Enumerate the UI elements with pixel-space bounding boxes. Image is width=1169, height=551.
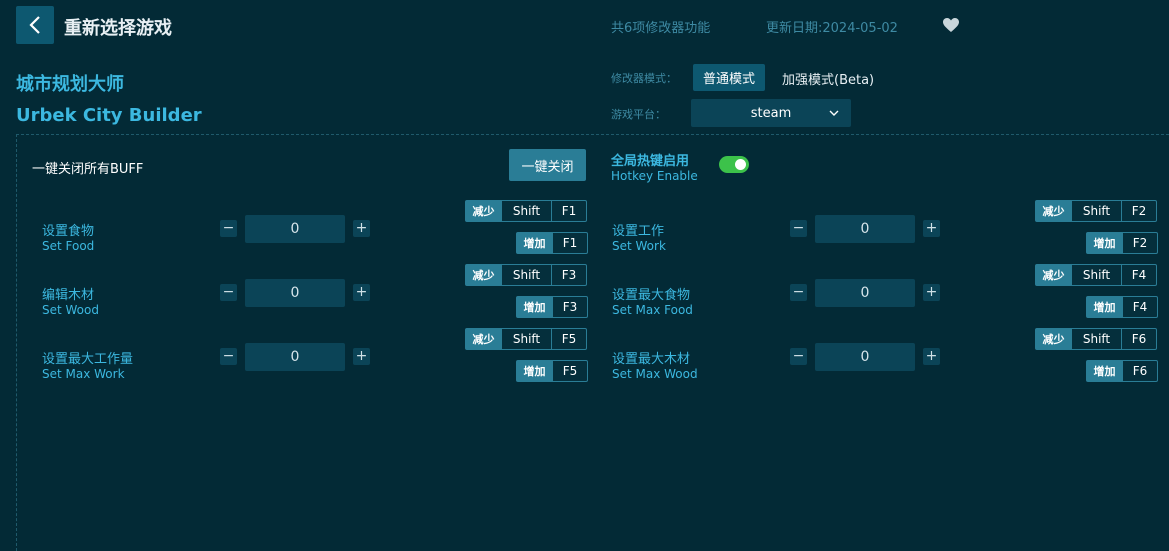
- hotkey-tag: 减少: [1036, 265, 1071, 285]
- hotkey-label-en: Hotkey Enable: [611, 169, 698, 183]
- hotkey-label-cn: 全局热键启用: [611, 154, 690, 169]
- value-input[interactable]: 0: [815, 343, 915, 371]
- hotkey-decrease[interactable]: 减少 Shift F3: [465, 264, 587, 286]
- back-button[interactable]: [16, 6, 54, 44]
- option-label-cn: 设置最大食物: [612, 288, 691, 303]
- option-label-cn: 设置最大工作量: [42, 352, 134, 367]
- value-input[interactable]: 0: [245, 215, 345, 243]
- hotkey-tag: 增加: [1087, 361, 1122, 381]
- hotkey-tag: 增加: [517, 297, 552, 317]
- decrease-button[interactable]: −: [220, 220, 237, 237]
- mode-enhanced-button[interactable]: 加强模式(Beta): [782, 69, 874, 88]
- value-input[interactable]: 0: [815, 215, 915, 243]
- value-input[interactable]: 0: [245, 279, 345, 307]
- option-label-cn: 编辑木材: [42, 288, 95, 303]
- hotkey-tag: 增加: [517, 361, 552, 381]
- hotkey-modifier: Shift: [501, 201, 551, 221]
- hotkey-decrease[interactable]: 减少 Shift F2: [1035, 200, 1157, 222]
- hotkey-key: F6: [1122, 361, 1157, 381]
- decrease-button[interactable]: −: [790, 284, 807, 301]
- value-input[interactable]: 0: [245, 343, 345, 371]
- increase-button[interactable]: +: [353, 284, 370, 301]
- hotkey-increase[interactable]: 增加 F4: [1086, 296, 1158, 318]
- option-label-cn: 设置工作: [612, 224, 665, 239]
- option-label-en: Set Food: [42, 239, 95, 253]
- buff-label: 一键关闭所有BUFF: [32, 162, 144, 177]
- game-name-en: Urbek City Builder: [16, 105, 202, 126]
- hotkey-modifier: Shift: [1071, 329, 1121, 349]
- chevron-down-icon: [829, 110, 839, 116]
- hotkey-tag: 增加: [1087, 233, 1122, 253]
- hotkey-tag: 增加: [1087, 297, 1122, 317]
- hotkey-decrease[interactable]: 减少 Shift F1: [465, 200, 587, 222]
- platform-select[interactable]: steam: [691, 99, 851, 127]
- decrease-button[interactable]: −: [220, 284, 237, 301]
- heart-icon[interactable]: [942, 17, 960, 33]
- hotkey-key: F3: [552, 297, 587, 317]
- increase-button[interactable]: +: [923, 348, 940, 365]
- increase-button[interactable]: +: [923, 284, 940, 301]
- hotkey-decrease[interactable]: 减少 Shift F6: [1035, 328, 1157, 350]
- option-label-en: Set Max Food: [612, 303, 693, 317]
- option-label-en: Set Max Work: [42, 367, 125, 381]
- increase-button[interactable]: +: [353, 348, 370, 365]
- game-name-cn: 城市规划大师: [16, 74, 124, 95]
- hotkey-tag: 减少: [466, 265, 501, 285]
- hotkey-key: F6: [1121, 329, 1156, 349]
- hotkey-decrease[interactable]: 减少 Shift F5: [465, 328, 587, 350]
- decrease-button[interactable]: −: [220, 348, 237, 365]
- toggle-knob: [735, 159, 746, 170]
- hotkey-key: F4: [1121, 265, 1156, 285]
- hotkey-key: F3: [551, 265, 586, 285]
- increase-button[interactable]: +: [353, 220, 370, 237]
- decrease-button[interactable]: −: [790, 348, 807, 365]
- hotkey-tag: 增加: [517, 233, 552, 253]
- hotkey-increase[interactable]: 增加 F5: [516, 360, 588, 382]
- hotkey-modifier: Shift: [1071, 201, 1121, 221]
- close-all-buff-button[interactable]: 一键关闭: [509, 149, 586, 181]
- hotkey-tag: 减少: [466, 201, 501, 221]
- page-title: 重新选择游戏: [64, 18, 172, 39]
- mode-normal-button[interactable]: 普通模式: [693, 64, 765, 91]
- hotkey-modifier: Shift: [1071, 265, 1121, 285]
- hotkey-key: F2: [1121, 201, 1156, 221]
- hotkey-modifier: Shift: [501, 329, 551, 349]
- option-label-cn: 设置食物: [42, 224, 95, 239]
- hotkey-key: F5: [551, 329, 586, 349]
- hotkey-key: F1: [551, 201, 586, 221]
- hotkey-key: F1: [552, 233, 587, 253]
- hotkey-modifier: Shift: [501, 265, 551, 285]
- option-label-en: Set Work: [612, 239, 666, 253]
- option-label-en: Set Max Wood: [612, 367, 698, 381]
- value-input[interactable]: 0: [815, 279, 915, 307]
- increase-button[interactable]: +: [923, 220, 940, 237]
- hotkey-tag: 减少: [1036, 201, 1071, 221]
- hotkey-key: F5: [552, 361, 587, 381]
- option-label-en: Set Wood: [42, 303, 99, 317]
- update-date: 更新日期:2024-05-02: [766, 21, 898, 36]
- platform-value: steam: [750, 105, 792, 121]
- platform-label: 游戏平台：: [611, 108, 666, 121]
- hotkey-key: F2: [1122, 233, 1157, 253]
- chevron-left-icon: [29, 16, 40, 34]
- hotkey-increase[interactable]: 增加 F6: [1086, 360, 1158, 382]
- hotkey-increase[interactable]: 增加 F1: [516, 232, 588, 254]
- decrease-button[interactable]: −: [790, 220, 807, 237]
- hotkey-increase[interactable]: 增加 F3: [516, 296, 588, 318]
- hotkey-increase[interactable]: 增加 F2: [1086, 232, 1158, 254]
- hotkey-decrease[interactable]: 减少 Shift F4: [1035, 264, 1157, 286]
- mode-label: 修改器模式：: [611, 72, 677, 85]
- hotkey-tag: 减少: [466, 329, 501, 349]
- feature-count: 共6项修改器功能: [611, 21, 711, 36]
- hotkey-toggle[interactable]: [719, 156, 749, 173]
- hotkey-tag: 减少: [1036, 329, 1071, 349]
- hotkey-key: F4: [1122, 297, 1157, 317]
- options-panel: [16, 134, 1169, 551]
- option-label-cn: 设置最大木材: [612, 352, 691, 367]
